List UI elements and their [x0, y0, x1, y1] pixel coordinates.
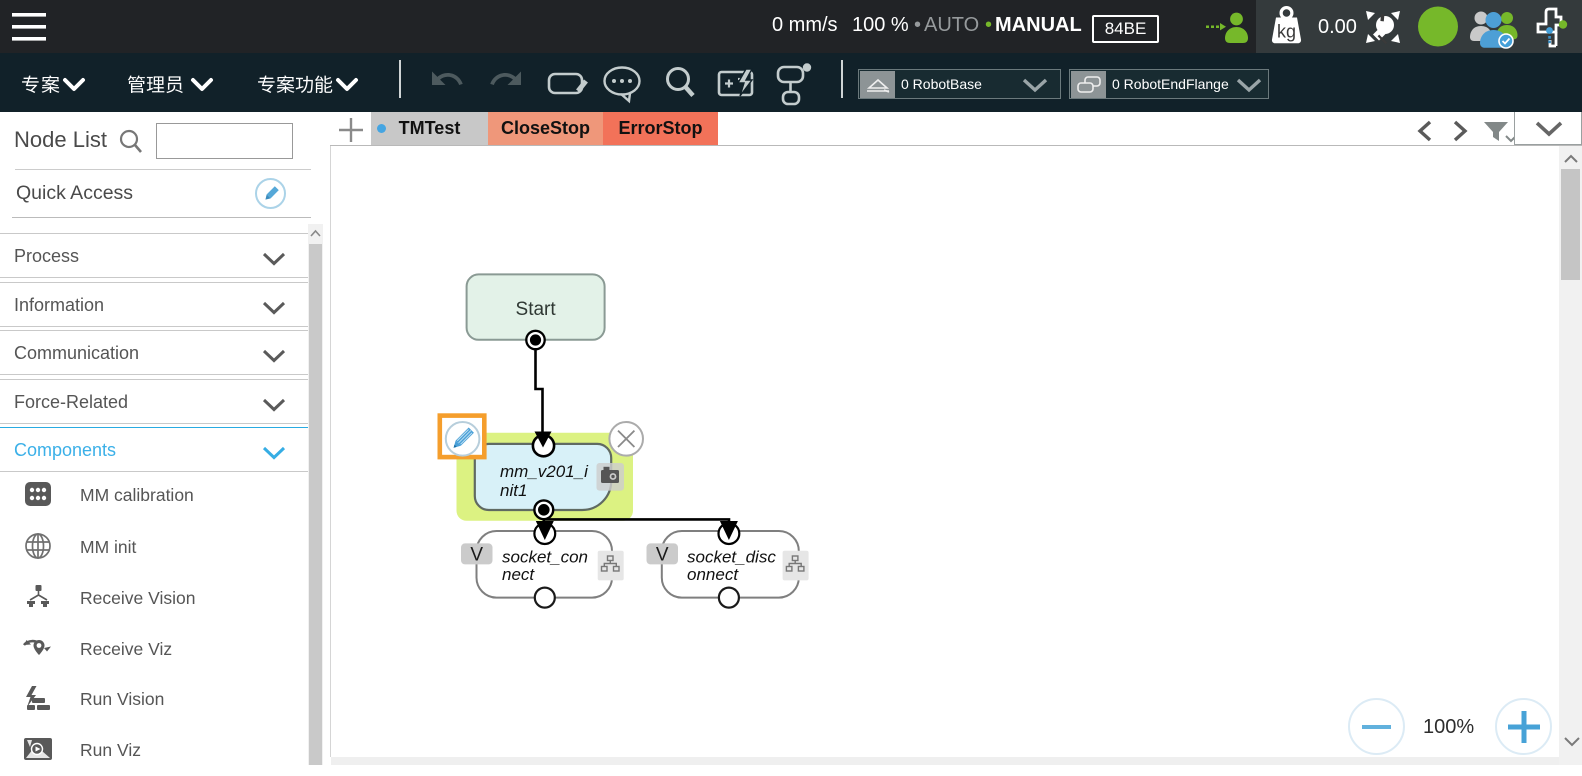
svg-text:V: V: [470, 545, 483, 566]
svg-text:mm_v201_i: mm_v201_i: [500, 462, 589, 481]
svg-text:socket_disc: socket_disc: [687, 548, 776, 567]
svg-text:kg: kg: [1277, 22, 1296, 42]
svg-text:onnect: onnect: [687, 565, 739, 584]
svg-text:0.00: 0.00: [1318, 16, 1357, 38]
svg-text:nit1: nit1: [500, 481, 527, 500]
svg-text:socket_con: socket_con: [502, 548, 588, 567]
svg-text:Start: Start: [516, 299, 557, 320]
svg-text:nect: nect: [502, 565, 535, 584]
svg-text:V: V: [656, 545, 669, 566]
